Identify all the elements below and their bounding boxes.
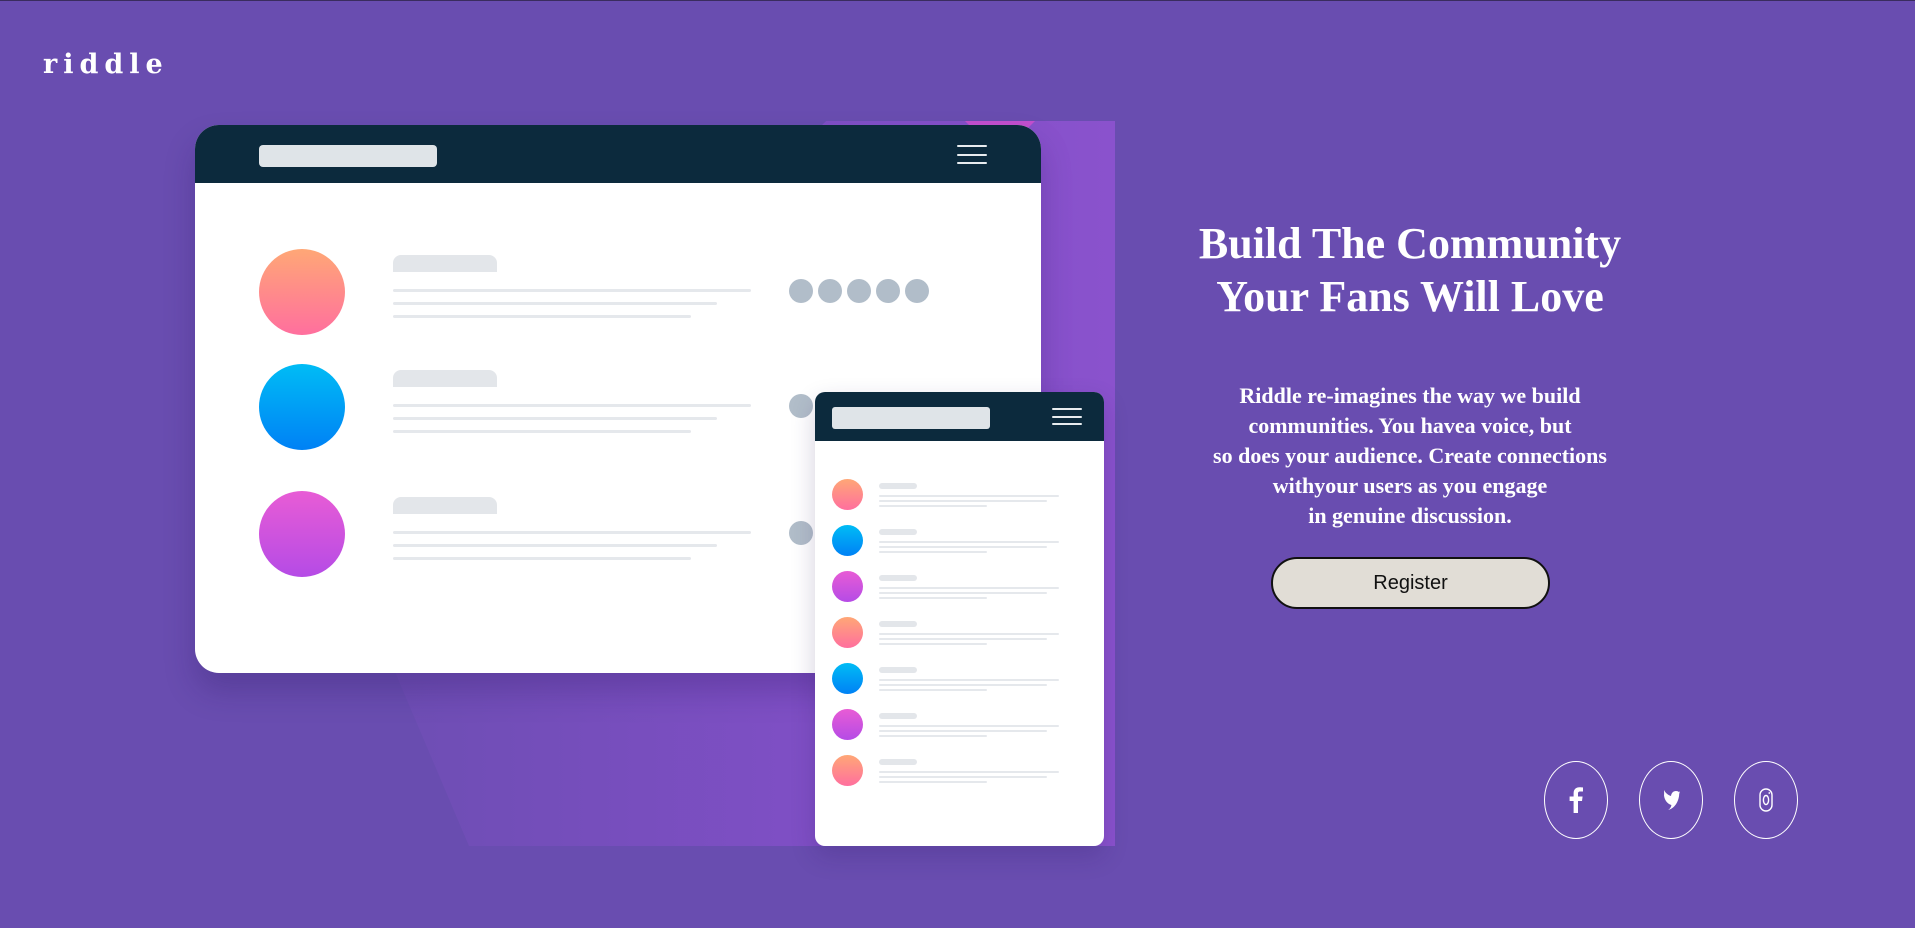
mobile-list-item bbox=[832, 479, 1092, 513]
text-line-placeholder bbox=[879, 643, 987, 645]
text-line-placeholder bbox=[879, 597, 987, 599]
text-line-placeholder bbox=[879, 633, 1059, 635]
text-line-placeholder bbox=[393, 315, 691, 318]
hamburger-menu-icon bbox=[1052, 408, 1082, 425]
mobile-list-item bbox=[832, 571, 1092, 605]
text-line-placeholder bbox=[879, 505, 987, 507]
avatar bbox=[832, 709, 863, 740]
text-line-placeholder bbox=[879, 679, 1059, 681]
mobile-list-item bbox=[832, 755, 1092, 789]
text-line-placeholder bbox=[879, 730, 1047, 732]
avatar bbox=[832, 525, 863, 556]
mobile-list-item bbox=[832, 709, 1092, 743]
hamburger-menu-icon bbox=[957, 145, 987, 164]
name-placeholder bbox=[879, 483, 917, 489]
avatar bbox=[832, 617, 863, 648]
facebook-icon bbox=[1569, 787, 1583, 813]
name-placeholder bbox=[879, 575, 917, 581]
text-line-placeholder bbox=[393, 302, 717, 305]
name-placeholder bbox=[393, 497, 497, 514]
mobile-list-item bbox=[832, 663, 1092, 697]
hero-text-section: Build The Community Your Fans Will Love … bbox=[1135, 217, 1685, 528]
text-line-placeholder bbox=[393, 531, 751, 534]
mobile-list-item bbox=[832, 525, 1092, 559]
text-line-placeholder bbox=[879, 684, 1047, 686]
name-placeholder bbox=[879, 759, 917, 765]
name-placeholder bbox=[879, 621, 917, 627]
name-placeholder bbox=[879, 713, 917, 719]
text-line-placeholder bbox=[879, 781, 987, 783]
text-line-placeholder bbox=[879, 495, 1059, 497]
mobile-title-bar bbox=[815, 392, 1104, 441]
text-line-placeholder bbox=[879, 592, 1047, 594]
landing-page: riddle Build The Community Your Fans Wil… bbox=[0, 0, 1915, 928]
mobile-window-mockup bbox=[815, 392, 1104, 846]
text-line-placeholder bbox=[879, 771, 1059, 773]
avatar bbox=[832, 479, 863, 510]
text-line-placeholder bbox=[879, 638, 1047, 640]
text-line-placeholder bbox=[393, 544, 717, 547]
mobile-list-item bbox=[832, 617, 1092, 651]
name-placeholder bbox=[393, 255, 497, 272]
avatar bbox=[832, 571, 863, 602]
name-placeholder bbox=[879, 667, 917, 673]
text-line-placeholder bbox=[879, 735, 987, 737]
register-button[interactable]: Register bbox=[1271, 557, 1550, 609]
hero-title: Build The Community Your Fans Will Love bbox=[1198, 219, 1622, 321]
text-line-placeholder bbox=[879, 725, 1059, 727]
avatar bbox=[259, 364, 345, 450]
text-line-placeholder bbox=[879, 689, 987, 691]
avatar bbox=[832, 755, 863, 786]
name-placeholder bbox=[393, 370, 497, 387]
facebook-button[interactable] bbox=[1544, 761, 1608, 839]
twitter-icon bbox=[1664, 790, 1680, 810]
text-line-placeholder bbox=[393, 289, 751, 292]
text-line-placeholder bbox=[879, 546, 1047, 548]
desktop-search-placeholder bbox=[259, 145, 437, 167]
mobile-search-placeholder bbox=[832, 407, 990, 429]
hero-description: Riddle re-imagines the way we build comm… bbox=[1213, 383, 1607, 528]
text-line-placeholder bbox=[879, 541, 1059, 543]
text-line-placeholder bbox=[879, 551, 987, 553]
text-line-placeholder bbox=[879, 776, 1047, 778]
desktop-list-item bbox=[259, 249, 1019, 339]
avatar bbox=[832, 663, 863, 694]
text-line-placeholder bbox=[879, 587, 1059, 589]
text-line-placeholder bbox=[393, 557, 691, 560]
rating-dots bbox=[789, 279, 929, 303]
avatar bbox=[259, 249, 345, 335]
twitter-button[interactable] bbox=[1639, 761, 1703, 839]
name-placeholder bbox=[879, 529, 917, 535]
text-line-placeholder bbox=[393, 417, 717, 420]
text-line-placeholder bbox=[879, 500, 1047, 502]
avatar bbox=[259, 491, 345, 577]
hero-illustration bbox=[0, 1, 1120, 928]
desktop-title-bar bbox=[195, 125, 1041, 183]
instagram-icon bbox=[1759, 788, 1773, 812]
text-line-placeholder bbox=[393, 430, 691, 433]
instagram-button[interactable] bbox=[1734, 761, 1798, 839]
text-line-placeholder bbox=[393, 404, 751, 407]
